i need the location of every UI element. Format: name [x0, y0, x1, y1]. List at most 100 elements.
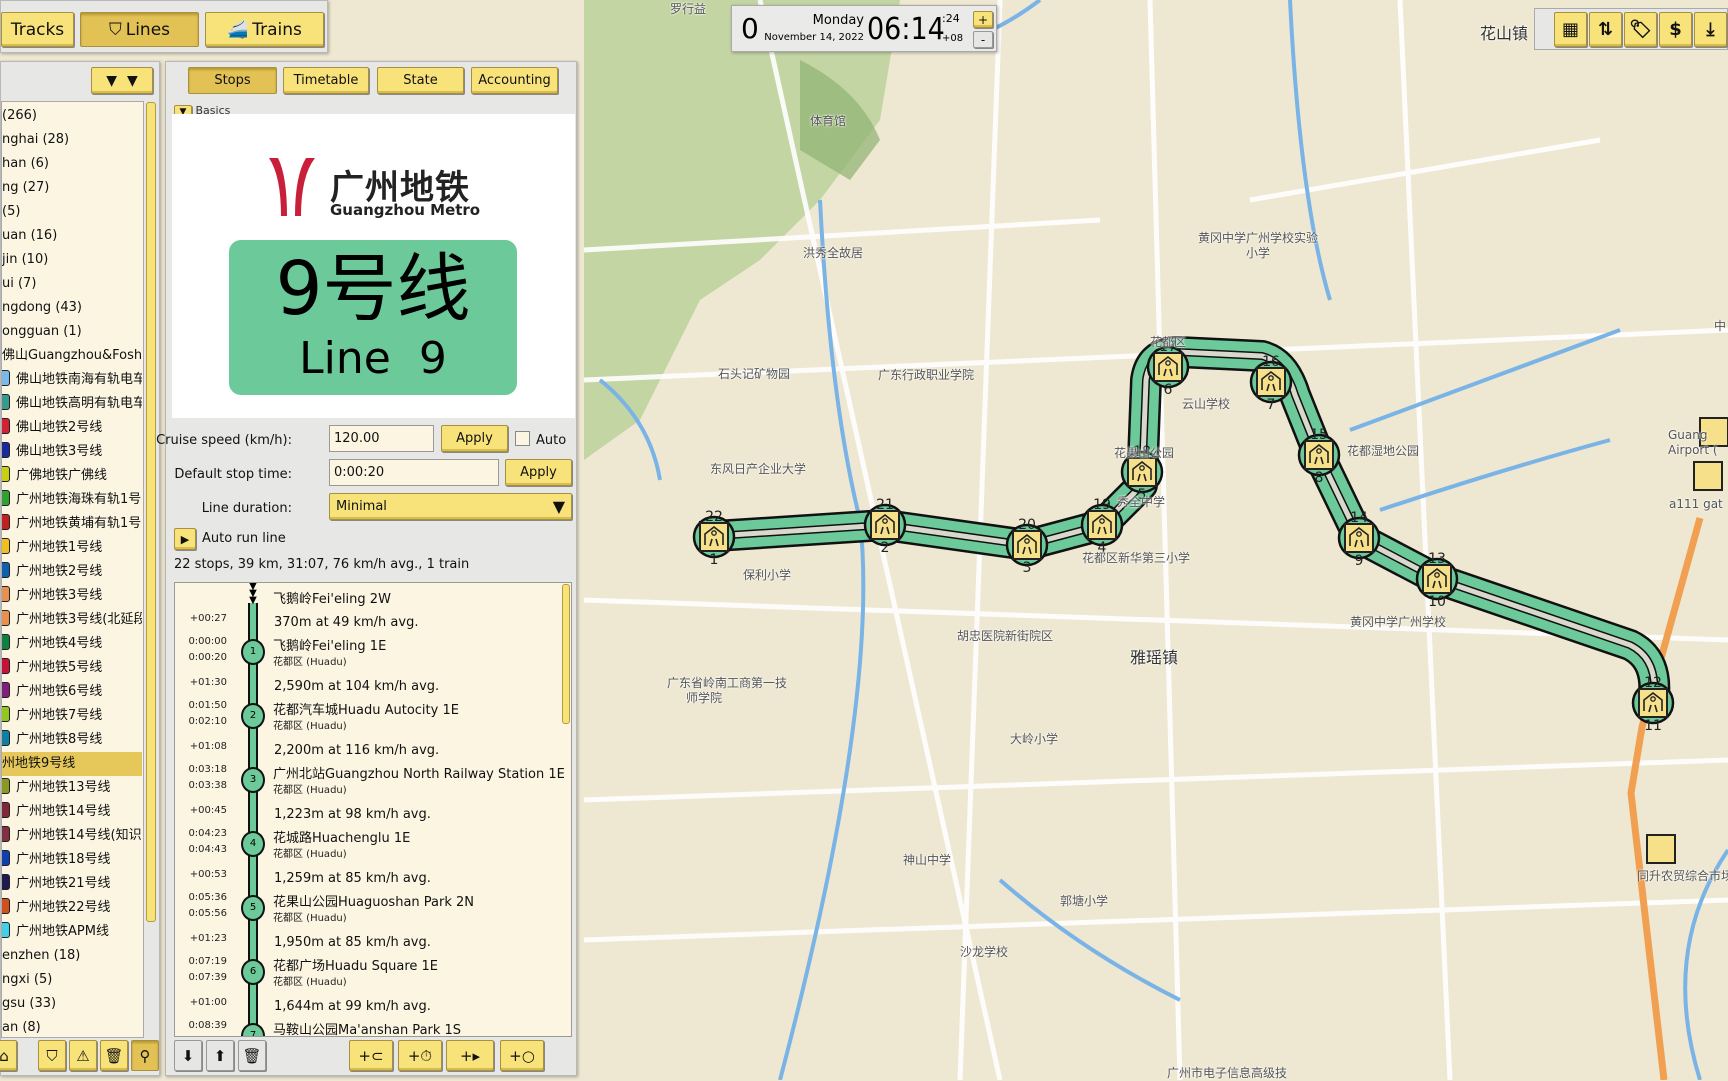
line-list-item[interactable]: (266): [2, 104, 142, 128]
stop-row[interactable]: 0:08:39 7 马鞍山公园Ma'anshan Park 1S: [175, 1019, 565, 1036]
line-list-item[interactable]: ngxi (5): [2, 968, 142, 992]
line-list-item[interactable]: ng (27): [2, 176, 142, 200]
download-icon: ⤓: [1706, 19, 1715, 40]
arrival-time: 0:07:19: [188, 956, 227, 967]
line-list-item[interactable]: 佛山地铁南海有轨电车1号: [2, 368, 142, 392]
line-list-item[interactable]: ongguan (1): [2, 320, 142, 344]
map-place-label: a111 gat: [1669, 497, 1723, 511]
cruise-apply-button[interactable]: Apply: [441, 425, 508, 452]
map-place-label: 花都区新华第三小学: [1082, 551, 1191, 565]
arrival-time: 0:00:00: [188, 636, 227, 647]
filter-dropdown-button[interactable]: ▼ ▼: [91, 67, 153, 94]
line-list-item[interactable]: an (8): [2, 1016, 142, 1037]
line-list-item[interactable]: 广州地铁14号线: [2, 800, 142, 824]
sort-button[interactable]: ⇅: [1589, 12, 1622, 47]
line-list-item[interactable]: 广州地铁海珠有轨1号线: [2, 488, 142, 512]
tag-button[interactable]: 🏷: [1624, 12, 1657, 47]
line-list-item[interactable]: 州地铁9号线: [2, 752, 142, 776]
default-stop-time-input[interactable]: 0:00:20: [329, 459, 499, 486]
line-list-item[interactable]: han (6): [2, 152, 142, 176]
speed-up-button[interactable]: +: [973, 11, 993, 28]
location-pin-button[interactable]: ⚲: [131, 1040, 159, 1071]
map-button[interactable]: ▦: [1554, 12, 1587, 47]
line-list-item[interactable]: 广州地铁3号线(北延段): [2, 608, 142, 632]
stop-row[interactable]: 0:05:36 0:05:56 5 花果山公园Huaguoshan Park 2N 花都…: [175, 891, 565, 931]
line-label: nghai (28): [2, 132, 70, 147]
line-list-item[interactable]: 佛山Guangzhou&Foshan: [2, 344, 142, 368]
line-list-item[interactable]: jin (10): [2, 248, 142, 272]
add-schedule-button[interactable]: +⏱: [398, 1040, 442, 1071]
dollar-button[interactable]: $: [1659, 12, 1692, 47]
stop-row[interactable]: 0:07:19 0:07:39 6 花都广场Huadu Square 1E 花都区 (H…: [175, 955, 565, 995]
line-list-item[interactable]: 广州地铁21号线: [2, 872, 142, 896]
line-list-item[interactable]: 佛山地铁2号线: [2, 416, 142, 440]
stop-row[interactable]: 0:03:18 0:03:38 3 广州北站Guangzhou North Railw…: [175, 763, 565, 803]
arrow-down-button[interactable]: ⬇: [174, 1040, 202, 1071]
trash-button[interactable]: 🗑: [238, 1040, 266, 1071]
stop-number-badge: 1: [241, 639, 265, 665]
line-list-item[interactable]: nghai (28): [2, 128, 142, 152]
stop-time-apply-button[interactable]: Apply: [505, 459, 572, 486]
line-list-item[interactable]: 广州地铁4号线: [2, 632, 142, 656]
line-list-item[interactable]: gsu (33): [2, 992, 142, 1016]
add-train-button[interactable]: +⊂: [349, 1040, 393, 1071]
line-label: ui (7): [2, 276, 37, 291]
line-list-item[interactable]: 广州地铁3号线: [2, 584, 142, 608]
line-list-item[interactable]: 广州地铁2号线: [2, 560, 142, 584]
house-button[interactable]: ⌂: [0, 1040, 17, 1071]
line-list-item[interactable]: 佛山地铁3号线: [2, 440, 142, 464]
line-list-item[interactable]: 广州地铁6号线: [2, 680, 142, 704]
trash-button[interactable]: 🗑: [100, 1040, 128, 1071]
add-circle-button[interactable]: +○: [500, 1040, 544, 1071]
line-list-item[interactable]: 广州地铁黄埔有轨1号线: [2, 512, 142, 536]
slow-down-button[interactable]: -: [973, 31, 993, 48]
line-duration-select[interactable]: Minimal ▼: [329, 493, 572, 520]
line-color-icon: [2, 802, 10, 818]
lines-label: Lines: [125, 19, 171, 40]
tab-stops[interactable]: Stops: [188, 67, 277, 94]
line-duration-label: Line duration:: [201, 501, 292, 516]
warning-button[interactable]: ⚠: [69, 1040, 97, 1071]
line-list-item[interactable]: 广州地铁1号线: [2, 536, 142, 560]
tab-accounting[interactable]: Accounting: [471, 67, 558, 94]
auto-checkbox[interactable]: [515, 431, 530, 446]
tracks-button[interactable]: Tracks: [1, 12, 74, 47]
station-number-return: 12: [1644, 675, 1662, 691]
line-list-item[interactable]: 广州地铁13号线: [2, 776, 142, 800]
stop-row[interactable]: 0:01:50 0:02:10 2 花都汽车城Huadu Autocity 1E 花都区…: [175, 699, 565, 739]
line-label: 佛山地铁南海有轨电车1号: [16, 372, 142, 387]
stop-row[interactable]: 0:04:23 0:04:43 4 花城路Huachenglu 1E 花都区 (Huad…: [175, 827, 565, 867]
line-list-item[interactable]: 佛山地铁高明有轨电车: [2, 392, 142, 416]
line-list-item[interactable]: ui (7): [2, 272, 142, 296]
arrow-up-button[interactable]: ⬆: [206, 1040, 234, 1071]
line-list-item[interactable]: uan (16): [2, 224, 142, 248]
auto-run-play-button[interactable]: ▶: [174, 528, 196, 550]
list-scrollbar[interactable]: [146, 102, 156, 922]
line-list-item[interactable]: (5): [2, 200, 142, 224]
line-list-item[interactable]: 广州地铁18号线: [2, 848, 142, 872]
house-icon: ⌂: [0, 1046, 9, 1065]
line-list[interactable]: (266) nghai (28) han (6) ng (27) (5) uan (16)…: [1, 101, 144, 1038]
line-list-item[interactable]: 广州地铁14号线(知识城: [2, 824, 142, 848]
line-label: 广州地铁21号线: [16, 876, 111, 891]
line-list-item[interactable]: enzhen (18): [2, 944, 142, 968]
download-button[interactable]: ⤓: [1694, 12, 1727, 47]
line-list-item[interactable]: 广州地铁APM线: [2, 920, 142, 944]
stop-list-scrollbar[interactable]: [562, 584, 570, 724]
line-list-item[interactable]: 广州地铁7号线: [2, 704, 142, 728]
stop-list[interactable]: ▼ ▼ ▼ 飞鹅岭Fei'eling 2W +00:27 370m at 49 km/h …: [174, 582, 572, 1037]
trains-button[interactable]: 🚄 Trains: [205, 12, 324, 47]
line-list-item[interactable]: 广州地铁8号线: [2, 728, 142, 752]
map-place-label: Airport (: [1668, 443, 1718, 457]
line-list-item[interactable]: 广佛地铁广佛线: [2, 464, 142, 488]
lines-button[interactable]: ⛉: [38, 1040, 66, 1071]
add-play-button[interactable]: +▸: [446, 1040, 494, 1071]
tab-state[interactable]: State: [377, 67, 464, 94]
cruise-speed-input[interactable]: 120.00: [329, 425, 434, 452]
line-list-item[interactable]: ngdong (43): [2, 296, 142, 320]
line-list-item[interactable]: 广州地铁22号线: [2, 896, 142, 920]
tab-timetable[interactable]: Timetable: [283, 67, 369, 94]
line-list-item[interactable]: 广州地铁5号线: [2, 656, 142, 680]
lines-button[interactable]: ⛉ Lines: [80, 12, 199, 47]
stop-row[interactable]: 0:00:00 0:00:20 1 飞鹅岭Fei'eling 1E 花都区 (Huadu…: [175, 635, 565, 675]
